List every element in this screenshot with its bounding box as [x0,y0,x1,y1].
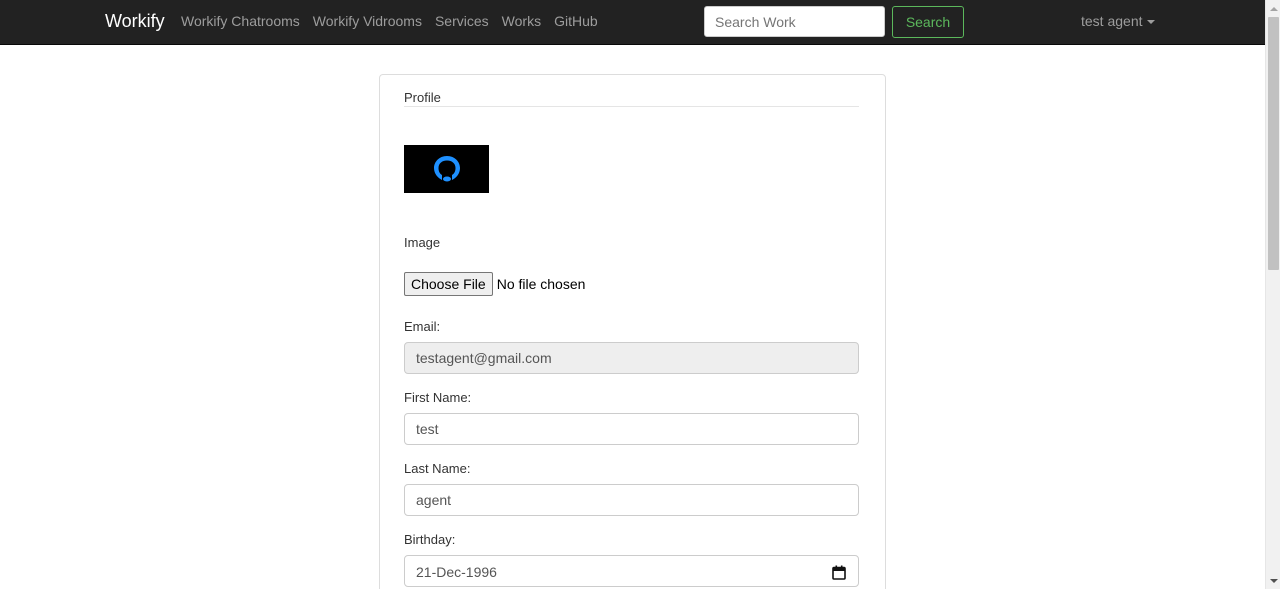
calendar-icon[interactable] [832,565,846,580]
choose-file-button[interactable]: Choose File [404,272,493,296]
first-name-label: First Name: [404,390,472,405]
profile-legend: Profile [404,91,859,107]
navbar: Workify Workify Chatrooms Workify Vidroo… [0,0,1265,45]
birthday-label: Birthday: [404,532,456,547]
vertical-scrollbar[interactable] [1265,0,1280,589]
last-name-label: Last Name: [404,461,471,476]
file-status-text: No file chosen [496,276,586,292]
profile-image [404,145,489,193]
caret-down-icon [1146,20,1155,24]
nav-link-chatrooms[interactable]: Workify Chatrooms [181,13,300,29]
scroll-down-arrow-icon[interactable] [1266,572,1280,589]
nav-link-works[interactable]: Works [502,13,541,29]
file-input[interactable]: Choose File No file chosen [404,272,585,296]
image-label: Image [404,235,441,250]
birthday-value: 21-Dec-1996 [416,564,497,580]
user-menu-label: test agent [1081,13,1143,29]
profile-panel: Profile Image Choose File No file chosen… [379,74,886,589]
user-menu-dropdown[interactable]: test agent [1081,13,1155,29]
email-label: Email: [404,319,441,334]
birthday-date-field[interactable]: 21-Dec-1996 [404,555,859,587]
search-input[interactable] [704,6,885,37]
search-button[interactable]: Search [892,6,964,38]
scroll-up-arrow-icon[interactable] [1266,0,1280,17]
user-avatar-icon [433,156,460,182]
nav-link-github[interactable]: GitHub [554,13,598,29]
email-field: testagent@gmail.com [404,342,859,374]
brand-logo[interactable]: Workify [105,11,165,32]
first-name-field[interactable]: test [404,413,859,445]
nav-links: Workify Chatrooms Workify Vidrooms Servi… [181,13,598,29]
last-name-field[interactable]: agent [404,484,859,516]
nav-link-services[interactable]: Services [435,13,489,29]
scrollbar-thumb[interactable] [1268,17,1279,270]
nav-link-vidrooms[interactable]: Workify Vidrooms [313,13,422,29]
